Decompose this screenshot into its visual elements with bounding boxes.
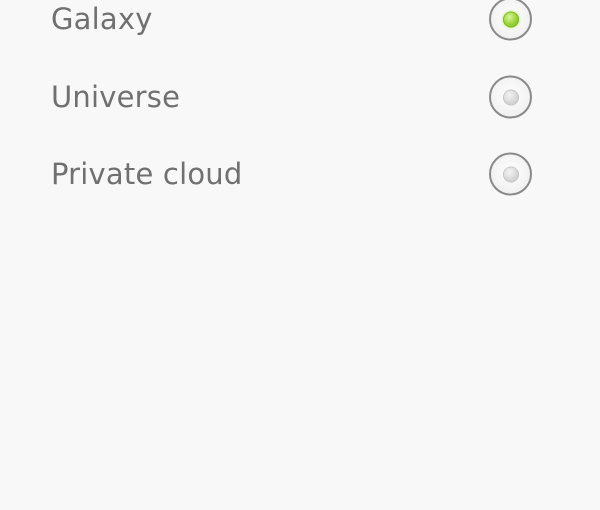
option-label: Galaxy [51,2,153,36]
radio-dot-icon [502,89,519,105]
option-label: Private cloud [51,157,243,191]
option-label: Universe [51,80,181,114]
radio-dot-icon [502,166,519,182]
radio-button-checked[interactable] [489,0,532,41]
option-universe[interactable]: Universe [0,58,600,136]
radio-option-list: Galaxy Universe Private cloud [0,0,600,510]
radio-button[interactable] [489,75,532,119]
radio-dot-icon [502,11,519,27]
option-private-cloud[interactable]: Private cloud [0,135,600,213]
option-galaxy[interactable]: Galaxy [0,0,600,58]
radio-button[interactable] [489,152,532,196]
